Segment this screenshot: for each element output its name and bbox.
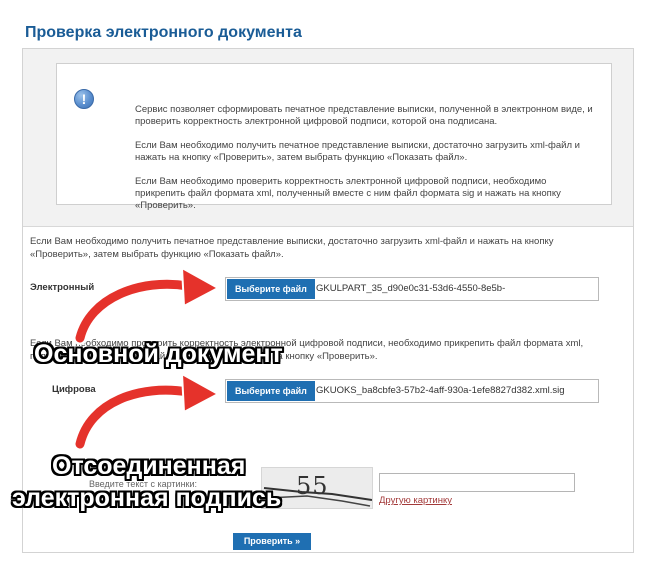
choose-doc-file-button[interactable]: Выберите файл — [227, 279, 315, 299]
annotation-detached-signature-line1: Отсоединенная — [52, 452, 246, 480]
doc-file-field: Выберите файл GKULPART_35_d90e0c31-53d6-… — [225, 277, 599, 301]
info-paragraph-1: Сервис позволяет сформировать печатное п… — [135, 104, 593, 127]
choose-sig-file-button[interactable]: Выберите файл — [227, 381, 315, 401]
arrow-to-sig-field — [73, 372, 221, 451]
info-box: ! Сервис позволяет сформировать печатное… — [56, 63, 612, 211]
sig-file-name: GKUOKS_ba8cbfe3-57b2-4aff-930a-1efe8827d… — [316, 385, 565, 396]
info-paragraph-3: Если Вам необходимо проверить корректнос… — [135, 176, 561, 211]
page-title: Проверка электронного документа — [25, 24, 302, 41]
arrow-to-doc-field — [73, 266, 221, 345]
annotation-main-document: Основной документ — [34, 340, 283, 368]
captcha-image-text: 55 — [296, 472, 329, 500]
sig-file-field: Выберите файл GKUOKS_ba8cbfe3-57b2-4aff-… — [225, 379, 599, 403]
annotation-detached-signature-line2: электронная подпись — [12, 484, 282, 512]
doc-file-name: GKULPART_35_d90e0c31-53d6-4550-8e5b- — [316, 283, 506, 294]
info-area: ! Сервис позволяет сформировать печатное… — [23, 49, 633, 227]
captcha-input[interactable] — [379, 473, 575, 492]
info-paragraph-2: Если Вам необходимо получить печатное пр… — [135, 140, 580, 163]
another-captcha-link[interactable]: Другую картинку — [379, 495, 452, 506]
exclamation-info-icon: ! — [74, 89, 94, 109]
verify-button[interactable]: Проверить » — [233, 533, 311, 550]
